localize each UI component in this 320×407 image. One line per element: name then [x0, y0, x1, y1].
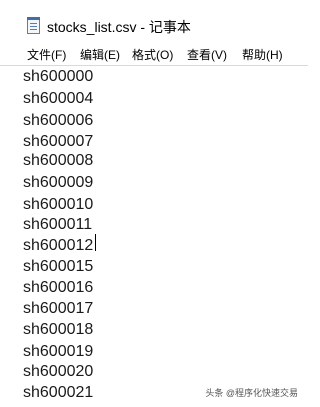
menu-bar: 文件(F) 编辑(E) 格式(O) 查看(V) 帮助(H) [0, 42, 308, 66]
text-line: sh600009 [23, 174, 94, 191]
menu-view[interactable]: 查看(V) [187, 48, 227, 62]
menu-edit[interactable]: 编辑(E) [80, 48, 120, 62]
title-bar[interactable]: stocks_list.csv - 记事本 [0, 0, 308, 42]
text-line: sh600021 [23, 384, 94, 401]
text-line: sh600004 [23, 90, 94, 107]
text-line: sh600017 [23, 300, 94, 317]
text-line: sh600010 [23, 196, 94, 213]
text-line: sh600016 [23, 279, 94, 296]
text-cursor [95, 234, 96, 251]
text-line: sh600018 [23, 321, 94, 338]
text-line: sh600008 [23, 152, 94, 169]
text-line: sh600011 [23, 216, 93, 233]
text-editor[interactable]: sh600000 sh600004 sh600006 sh600007 sh60… [0, 66, 308, 407]
watermark: 头条 @程序化快速交易 [205, 388, 298, 398]
menu-format[interactable]: 格式(O) [132, 48, 173, 62]
menu-help[interactable]: 帮助(H) [242, 48, 283, 62]
text-line: sh600000 [23, 68, 94, 85]
text-line: sh600015 [23, 258, 94, 275]
window-title: stocks_list.csv - 记事本 [47, 19, 191, 35]
text-line: sh600007 [23, 133, 94, 150]
text-line: sh600020 [23, 363, 94, 380]
text-line: sh600012 [23, 237, 94, 254]
text-line: sh600006 [23, 112, 94, 129]
notepad-icon [27, 17, 40, 34]
menu-file[interactable]: 文件(F) [27, 48, 66, 62]
text-line: sh600019 [23, 343, 94, 360]
